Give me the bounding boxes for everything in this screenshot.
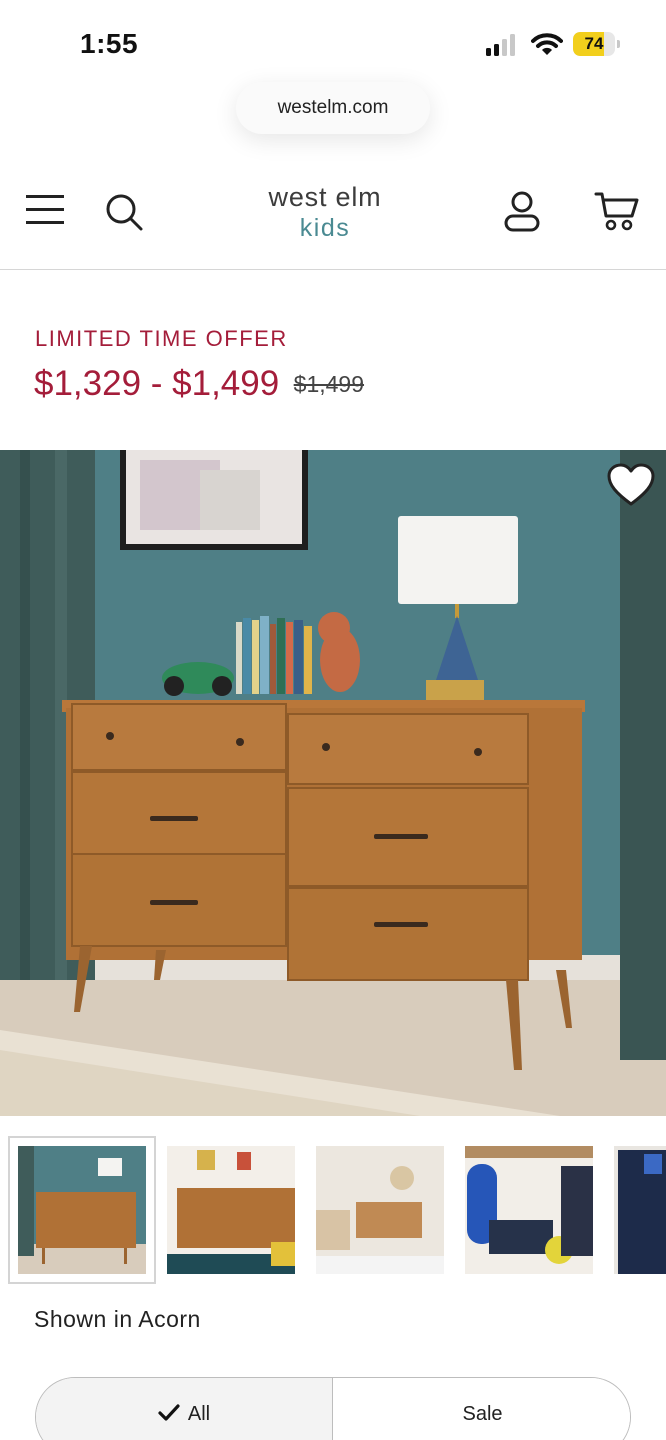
thumbnail-3[interactable] <box>316 1146 444 1274</box>
logo-line1: west elm <box>268 182 382 212</box>
account-icon[interactable] <box>502 190 542 232</box>
original-price: $1,499 <box>293 370 365 397</box>
cart-icon[interactable] <box>594 190 640 232</box>
shown-in-label: Shown in Acorn <box>34 1306 201 1332</box>
cellular-signal-icon <box>486 34 515 56</box>
address-bar[interactable]: westelm.com <box>236 82 430 134</box>
site-logo[interactable]: west elm kids <box>243 180 407 242</box>
menu-icon[interactable] <box>26 194 64 226</box>
status-time: 1:55 <box>80 28 139 59</box>
wifi-icon <box>531 33 563 55</box>
logo-line2: kids <box>299 214 351 242</box>
thumbnail-1[interactable] <box>8 1136 156 1284</box>
filter-sale-label: Sale <box>462 1403 503 1425</box>
thumbnail-4[interactable] <box>465 1146 593 1274</box>
thumbnail-strip <box>0 1136 666 1284</box>
heart-icon[interactable] <box>606 462 656 508</box>
check-icon <box>158 1404 180 1421</box>
battery-indicator: 74 <box>573 32 621 56</box>
battery-percent: 74 <box>584 34 604 53</box>
filter-all-button[interactable]: All <box>36 1378 333 1440</box>
filter-sale-button[interactable]: Sale <box>333 1378 630 1440</box>
product-hero-image[interactable] <box>0 450 666 1116</box>
status-bar: 1:55 74 <box>0 0 666 88</box>
thumbnail-5[interactable] <box>614 1146 666 1274</box>
filter-all-label: All <box>187 1403 211 1425</box>
promo-label: LIMITED TIME OFFER <box>35 326 288 351</box>
search-icon[interactable] <box>104 192 144 232</box>
price-row: $1,329 - $1,499 $1,499 <box>34 364 364 408</box>
thumbnail-2[interactable] <box>167 1146 295 1274</box>
dresser-photo <box>0 450 666 1116</box>
filter-segment: All Sale <box>35 1377 631 1440</box>
site-header: west elm kids <box>0 166 666 270</box>
sale-price-range: $1,329 - $1,499 <box>34 364 280 403</box>
